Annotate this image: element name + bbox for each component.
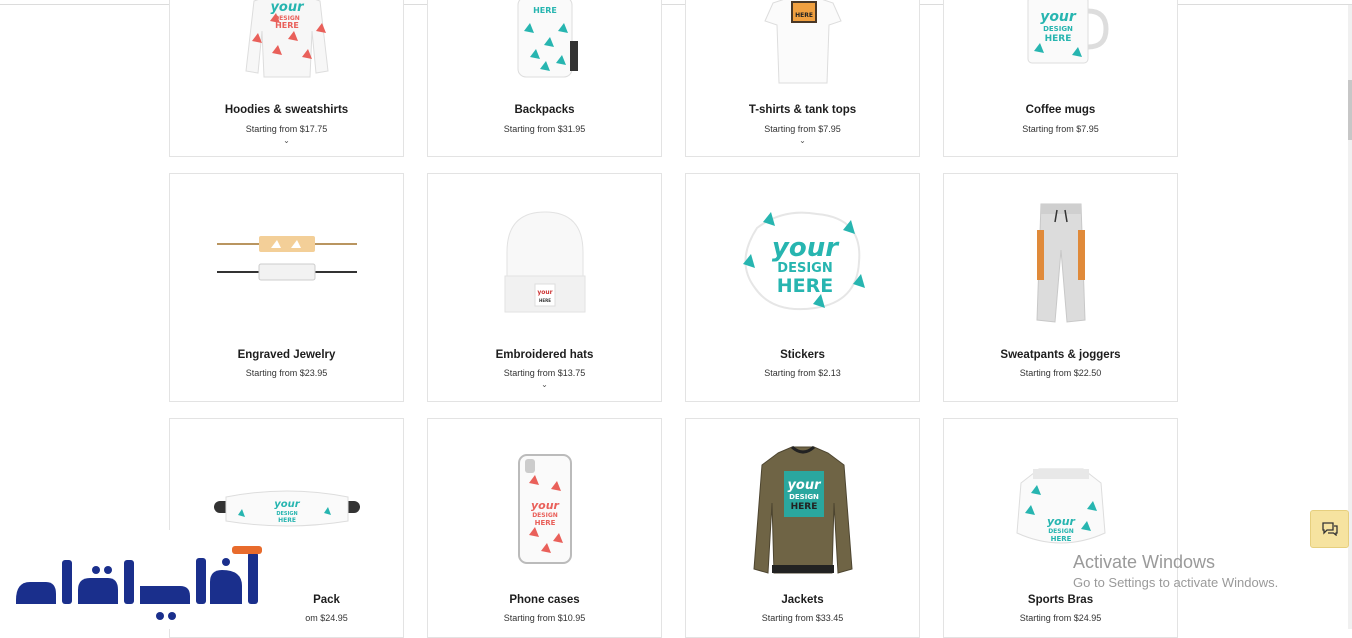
svg-text:HERE: HERE: [795, 12, 813, 19]
product-price: Starting from $7.95: [1022, 124, 1099, 134]
fanny-pack-image: your DESIGN HERE: [170, 487, 403, 532]
svg-text:DESIGN: DESIGN: [1048, 528, 1074, 535]
product-price: Starting from $10.95: [503, 613, 586, 623]
product-card-phone-cases[interactable]: your DESIGN HERE Phone cases Starting fr…: [427, 418, 662, 638]
svg-text:DESIGN: DESIGN: [1043, 25, 1073, 33]
product-name: T-shirts & tank tops: [748, 104, 857, 116]
product-name: Engraved Jewelry: [237, 349, 336, 361]
svg-text:your: your: [531, 499, 560, 512]
product-card-hats[interactable]: your HERE Embroidered hats Starting from…: [427, 173, 662, 402]
svg-text:your: your: [1040, 9, 1077, 25]
jewelry-image: [170, 224, 403, 294]
tshirt-image: HERE: [686, 0, 919, 86]
product-price: Starting from $33.45: [761, 613, 844, 623]
activate-windows-notice: Activate Windows Go to Settings to activ…: [1073, 552, 1278, 590]
svg-text:HERE: HERE: [776, 275, 833, 297]
svg-text:HERE: HERE: [534, 519, 555, 527]
svg-text:HERE: HERE: [1044, 34, 1071, 44]
chevron-down-icon[interactable]: ⌄: [686, 136, 919, 145]
product-name: Stickers: [780, 349, 825, 361]
product-price: Starting from $24.95: [1019, 613, 1102, 623]
scrollbar-thumb[interactable]: [1348, 80, 1352, 140]
product-price: Starting from $22.50: [1019, 368, 1102, 378]
product-card-jewelry[interactable]: Engraved Jewelry Starting from $23.95: [169, 173, 404, 402]
svg-text:HERE: HERE: [790, 502, 817, 512]
product-name: Hoodies & sweatshirts: [224, 104, 349, 116]
sticker-image: your DESIGN HERE: [686, 204, 919, 319]
activate-title: Activate Windows: [1073, 552, 1216, 572]
svg-text:your: your: [1047, 515, 1076, 528]
product-card-mugs[interactable]: your DESIGN HERE Coffee mugs Starting fr…: [943, 0, 1178, 157]
product-card-stickers[interactable]: your DESIGN HERE Stickers Starting from …: [685, 173, 920, 402]
sports-bra-image: your DESIGN HERE: [944, 463, 1177, 558]
product-price: Starting from $23.95: [245, 368, 328, 378]
activate-subtitle: Go to Settings to activate Windows.: [1073, 575, 1279, 590]
product-card-jackets[interactable]: your DESIGN HERE Jackets Starting from $…: [685, 418, 920, 638]
product-price: Starting from $13.75: [503, 368, 586, 378]
svg-text:HERE: HERE: [539, 298, 551, 303]
svg-text:DESIGN: DESIGN: [532, 512, 558, 519]
svg-text:your: your: [787, 478, 822, 493]
product-name: Backpacks: [514, 104, 575, 116]
backpack-image: HERE: [428, 0, 661, 81]
product-card-tshirts[interactable]: HERE T-shirts & tank tops Starting from …: [685, 0, 920, 157]
product-card-sports-bras[interactable]: your DESIGN HERE Sports Bras Starting fr…: [943, 418, 1178, 638]
svg-text:HERE: HERE: [533, 6, 557, 15]
product-name: Phone cases: [509, 594, 580, 606]
jacket-image: your DESIGN HERE: [686, 443, 919, 578]
chevron-down-icon[interactable]: ⌄: [170, 136, 403, 145]
hat-image: your HERE: [428, 208, 661, 318]
product-price: Starting from $7.95: [764, 124, 841, 134]
product-price: Starting from $2.13: [764, 368, 841, 378]
chat-button[interactable]: [1310, 510, 1349, 548]
svg-text:DESIGN: DESIGN: [777, 261, 832, 276]
product-card-hoodies[interactable]: your DESIGN HERE Hoodies & sweatshirts S…: [169, 0, 404, 157]
mug-image: your DESIGN HERE: [944, 0, 1177, 71]
svg-text:your: your: [274, 499, 301, 510]
chevron-down-icon[interactable]: ⌄: [428, 380, 661, 389]
product-card-backpacks[interactable]: HERE Backpacks Starting from $31.95: [427, 0, 662, 157]
svg-text:your: your: [537, 289, 552, 296]
watermark-logo: [0, 530, 300, 629]
svg-text:your: your: [270, 0, 305, 15]
watermark-logo-graphic: [16, 546, 262, 620]
svg-text:DESIGN: DESIGN: [789, 493, 819, 501]
product-card-sweatpants[interactable]: Sweatpants & joggers Starting from $22.5…: [943, 173, 1178, 402]
product-name: Embroidered hats: [495, 349, 594, 361]
product-name: Coffee mugs: [1025, 104, 1096, 116]
product-price: Starting from $17.75: [245, 124, 328, 134]
product-name: Sweatpants & joggers: [1000, 349, 1121, 361]
svg-text:HERE: HERE: [275, 21, 299, 30]
product-price: Starting from $31.95: [503, 124, 586, 134]
sweatpants-image: [944, 200, 1177, 325]
chat-bubble-icon: [1321, 522, 1338, 536]
svg-text:HERE: HERE: [1050, 535, 1071, 543]
svg-text:your: your: [771, 233, 839, 263]
product-name: Jackets: [781, 594, 824, 606]
hoodie-image: your DESIGN HERE: [170, 0, 403, 81]
product-name: Sports Bras: [1027, 594, 1094, 606]
svg-text:HERE: HERE: [278, 517, 296, 524]
phone-case-image: your DESIGN HERE: [428, 453, 661, 565]
